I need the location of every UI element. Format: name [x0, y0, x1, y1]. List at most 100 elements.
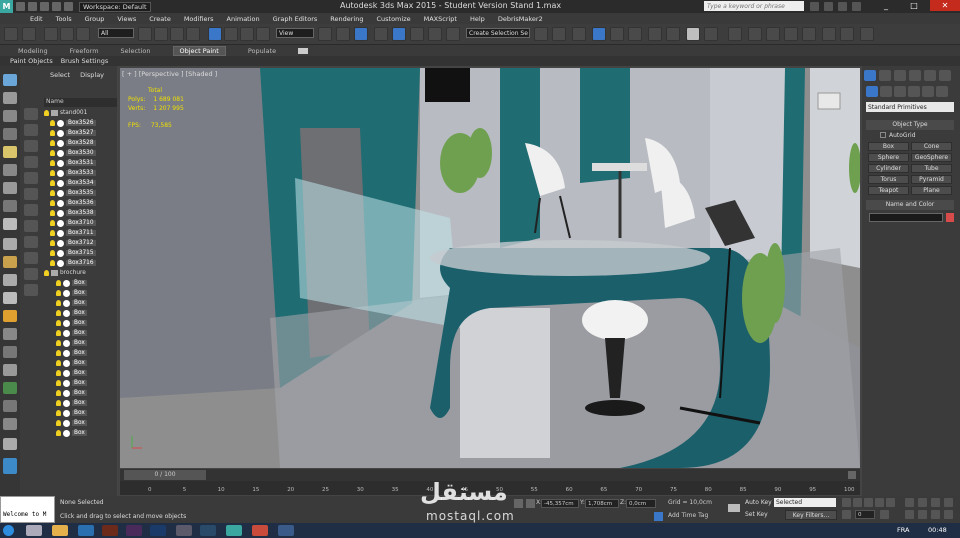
- name-color-header[interactable]: Name and Color: [866, 200, 954, 210]
- visibility-bulb-icon[interactable]: [50, 190, 55, 196]
- taskbar-after-effects-icon[interactable]: [126, 525, 142, 536]
- visibility-bulb-icon[interactable]: [56, 360, 61, 366]
- pyramid-button[interactable]: Pyramid: [911, 175, 952, 184]
- selection-lock-icon[interactable]: [3, 458, 17, 474]
- cameras-category-icon[interactable]: [908, 86, 920, 97]
- link-icon[interactable]: [44, 27, 58, 41]
- object-color-swatch[interactable]: [946, 213, 954, 222]
- visibility-bulb-icon[interactable]: [56, 320, 61, 326]
- filter-hidden-icon[interactable]: [24, 284, 38, 296]
- visibility-bulb-icon[interactable]: [56, 380, 61, 386]
- system-clock[interactable]: 00:48: [928, 526, 947, 534]
- visibility-bulb-icon[interactable]: [50, 240, 55, 246]
- geosphere-button[interactable]: GeoSphere: [911, 153, 952, 162]
- filter-shapes-icon[interactable]: [24, 124, 38, 136]
- menu-debrismaker[interactable]: DebrisMaker2: [498, 15, 543, 23]
- zoom-extents-all-icon[interactable]: [944, 498, 953, 507]
- visibility-bulb-icon[interactable]: [50, 250, 55, 256]
- zoom-all-icon[interactable]: [918, 498, 927, 507]
- select-and-move-icon[interactable]: [208, 27, 222, 41]
- tree-row[interactable]: Box: [44, 418, 117, 428]
- select-and-scale-icon[interactable]: [240, 27, 254, 41]
- align-icon[interactable]: [552, 27, 566, 41]
- cloth-icon[interactable]: [748, 27, 762, 41]
- object-type-header[interactable]: Object Type: [866, 120, 954, 130]
- taskbar-photoshop-icon[interactable]: [150, 525, 166, 536]
- tab-populate[interactable]: Populate: [248, 47, 276, 55]
- tree-row[interactable]: Box3536: [44, 198, 117, 208]
- autogrid-check-icon[interactable]: [880, 132, 886, 138]
- pivot-center-icon[interactable]: [318, 27, 332, 41]
- tree-row[interactable]: Box: [44, 368, 117, 378]
- tree-row[interactable]: Box: [44, 298, 117, 308]
- explorer-tab-display[interactable]: Display: [80, 71, 104, 79]
- language-indicator[interactable]: FRA: [897, 526, 909, 534]
- visibility-bulb-icon[interactable]: [50, 230, 55, 236]
- display-tab-icon[interactable]: [924, 70, 936, 81]
- visibility-bulb-icon[interactable]: [50, 120, 55, 126]
- menu-create[interactable]: Create: [149, 15, 171, 23]
- render-cloud-icon[interactable]: [860, 27, 874, 41]
- angle-snap-icon[interactable]: [392, 27, 406, 41]
- orbit-icon[interactable]: [931, 510, 940, 519]
- taskbar-chrome-icon[interactable]: [252, 525, 268, 536]
- percent-snap-icon[interactable]: [410, 27, 424, 41]
- select-manipulate-icon[interactable]: [336, 27, 350, 41]
- taskbar-folder-icon[interactable]: [52, 525, 68, 536]
- key-filters-button[interactable]: Key Filters...: [785, 510, 837, 520]
- tree-row[interactable]: Box: [44, 338, 117, 348]
- menu-help[interactable]: Help: [470, 15, 485, 23]
- new-file-icon[interactable]: [16, 2, 25, 11]
- visibility-bulb-icon[interactable]: [56, 300, 61, 306]
- previous-frame-icon[interactable]: [853, 498, 862, 507]
- tree-row[interactable]: Box: [44, 388, 117, 398]
- tree-row[interactable]: Box3710: [44, 218, 117, 228]
- visibility-bulb-icon[interactable]: [50, 140, 55, 146]
- keyboard-shortcut-override-icon[interactable]: [354, 27, 368, 41]
- tree-row[interactable]: Box: [44, 318, 117, 328]
- minimize-button[interactable]: _: [872, 0, 900, 11]
- visibility-bulb-icon[interactable]: [56, 390, 61, 396]
- tree-row[interactable]: Box3530: [44, 148, 117, 158]
- tree-row[interactable]: Box: [44, 398, 117, 408]
- shapes-category-icon[interactable]: [880, 86, 892, 97]
- visibility-bulb-icon[interactable]: [50, 130, 55, 136]
- taskbar-app-icon[interactable]: [176, 525, 192, 536]
- snaps-toggle-icon[interactable]: [374, 27, 388, 41]
- tree-row[interactable]: Box3715: [44, 248, 117, 258]
- start-button-icon[interactable]: [3, 525, 14, 536]
- menu-views[interactable]: Views: [117, 15, 136, 23]
- hierarchy-icon[interactable]: [3, 110, 17, 122]
- tab-freeform[interactable]: Freeform: [70, 47, 99, 55]
- filter-xrefs-icon[interactable]: [24, 220, 38, 232]
- visibility-bulb-icon[interactable]: [50, 260, 55, 266]
- render-iterative-icon[interactable]: [822, 27, 836, 41]
- autogrid-checkbox[interactable]: AutoGrid: [866, 130, 954, 140]
- sun-icon[interactable]: [3, 310, 17, 322]
- visibility-bulb-icon[interactable]: [56, 330, 61, 336]
- bind-spacewarp-icon[interactable]: [76, 27, 90, 41]
- tube-button[interactable]: Tube: [911, 164, 952, 173]
- sphere-icon[interactable]: [3, 438, 17, 450]
- teapot-button[interactable]: Teapot: [868, 186, 909, 195]
- menu-graph-editors[interactable]: Graph Editors: [273, 15, 318, 23]
- ribbon-options-icon[interactable]: [298, 47, 309, 54]
- reference-coordinate-dropdown[interactable]: View: [276, 28, 314, 38]
- tree-row[interactable]: Box: [44, 328, 117, 338]
- menu-tools[interactable]: Tools: [56, 15, 72, 23]
- absolute-mode-icon[interactable]: [526, 499, 535, 508]
- zoom-icon[interactable]: [905, 498, 914, 507]
- open-file-icon[interactable]: [28, 2, 37, 11]
- taskbar-settings-icon[interactable]: [278, 525, 294, 536]
- undo-icon[interactable]: [52, 2, 61, 11]
- tab-selection[interactable]: Selection: [121, 47, 151, 55]
- utilities-icon[interactable]: [3, 364, 17, 376]
- hierarchy-tab-icon[interactable]: [894, 70, 906, 81]
- select-and-rotate-icon[interactable]: [224, 27, 238, 41]
- material-editor-icon[interactable]: [666, 27, 680, 41]
- helper-icon[interactable]: [3, 182, 17, 194]
- tree-row[interactable]: Box3711: [44, 228, 117, 238]
- render-frame-icon[interactable]: [840, 27, 854, 41]
- time-slider[interactable]: 0 / 100: [124, 470, 206, 480]
- tree-row[interactable]: Box3526: [44, 118, 117, 128]
